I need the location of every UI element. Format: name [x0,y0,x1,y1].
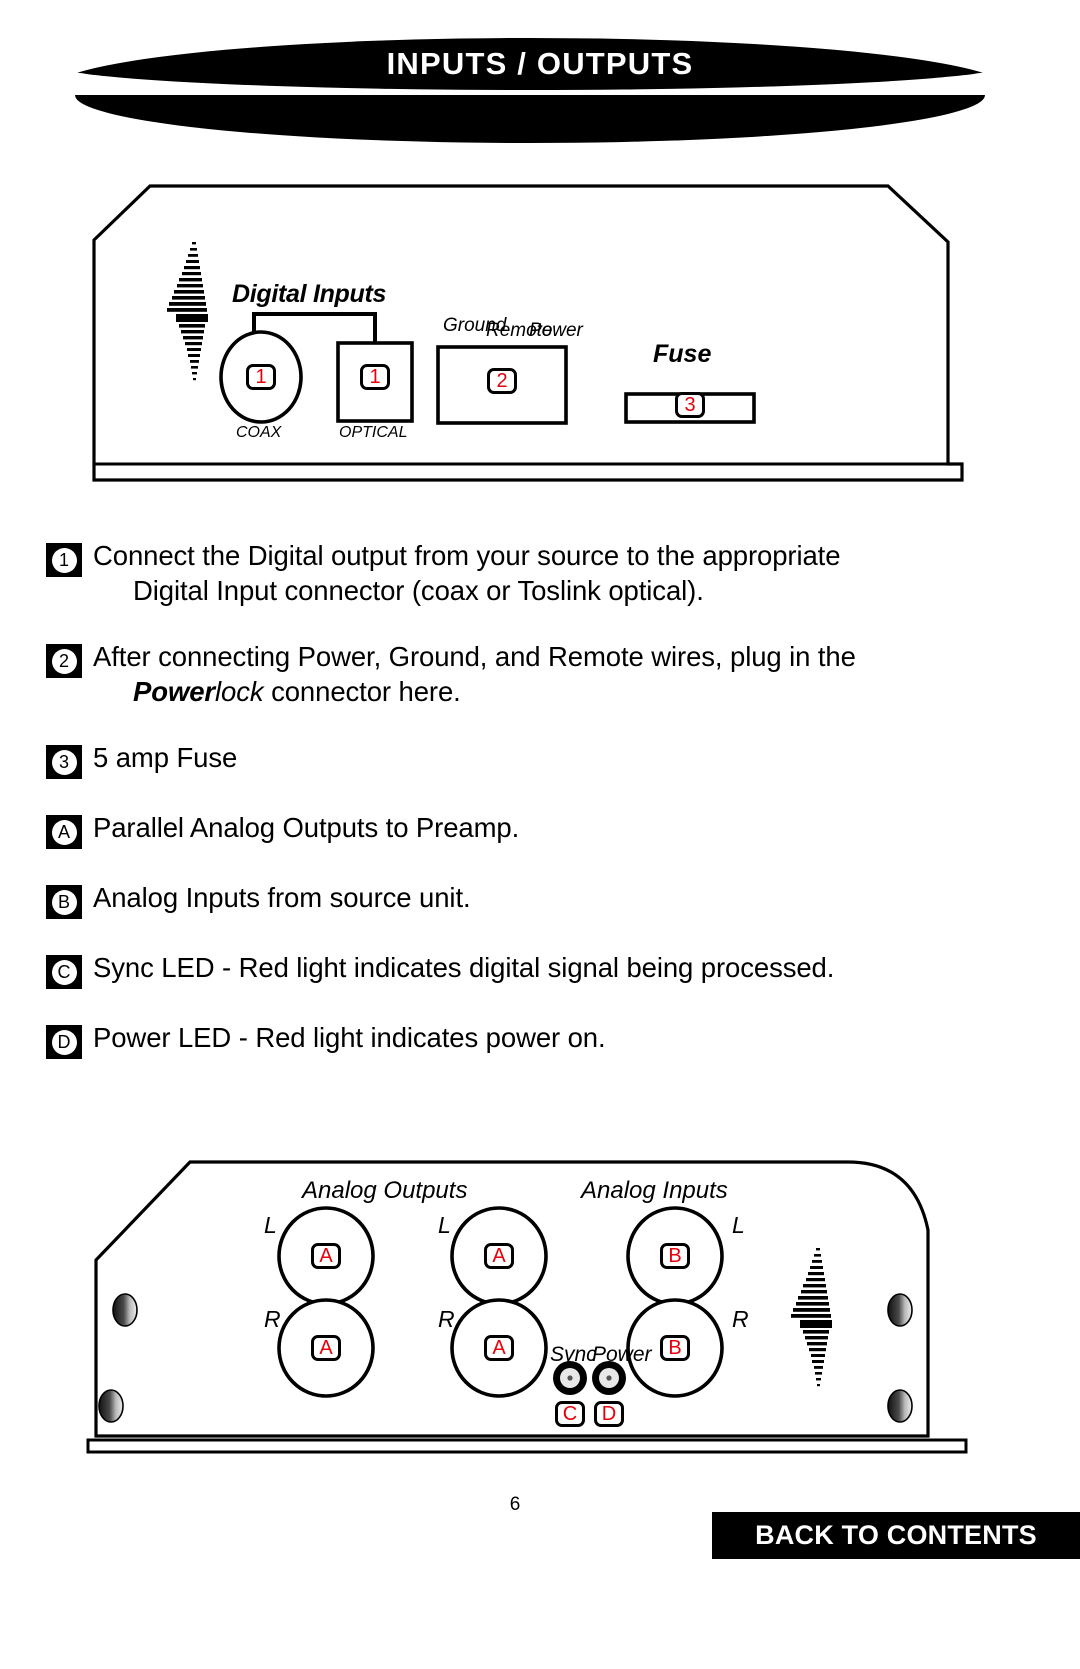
powerlock-italic: lock [215,676,264,707]
note-text-1-line2: Digital Input connector (coax or Toslink… [133,575,704,606]
note-item-c: C Sync LED - Red light indicates digital… [46,950,1046,989]
analog-inputs-label: Analog Inputs [581,1177,728,1204]
note-marker-b-text: B [51,889,77,915]
callout-optical-1: 1 [360,364,390,390]
note-marker-1: 1 [46,543,82,577]
callout-in-r-b: B [660,1335,690,1361]
note-text-b: Analog Inputs from source unit. [93,882,471,913]
power-label: Power [529,320,583,341]
callout-out1-l-a: A [311,1243,341,1269]
note-marker-1-text: 1 [51,547,77,573]
note-marker-d: D [46,1025,82,1059]
note-item-2: 2 After connecting Power, Ground, and Re… [46,639,1046,709]
callout-out2-l-a: A [484,1243,514,1269]
note-text-a: Parallel Analog Outputs to Preamp. [93,812,520,843]
callout-fuse-3: 3 [675,392,705,418]
banner-lens-bottom [75,95,985,143]
note-text-2: After connecting Power, Ground, and Remo… [93,639,856,709]
note-text-1: Connect the Digital output from your sou… [93,538,841,608]
note-text-2-line1: After connecting Power, Ground, and Remo… [93,641,856,672]
bottom-panel-diagram: Analog Outputs Analog Inputs L R L R L R… [78,1138,978,1468]
channel-label-out2-r: R [438,1306,455,1332]
channel-label-out2-l: L [438,1212,451,1238]
note-marker-c-text: C [51,959,77,985]
analog-outputs-label: Analog Outputs [302,1177,468,1204]
callout-in-l-b: B [660,1243,690,1269]
note-marker-3: 3 [46,745,82,779]
callout-coax-1: 1 [246,364,276,390]
callout-sync-led-c: C [555,1401,585,1427]
note-text-1-line1: Connect the Digital output from your sou… [93,540,841,571]
note-item-a: A Parallel Analog Outputs to Preamp. [46,810,1046,849]
note-item-b: B Analog Inputs from source unit. [46,880,1046,919]
note-marker-a: A [46,815,82,849]
fuse-label: Fuse [653,340,712,368]
note-marker-c: C [46,955,82,989]
channel-label-in-r: R [732,1306,749,1332]
digital-inputs-label: Digital Inputs [232,280,387,308]
coax-label: COAX [236,424,282,441]
callout-out1-r-a: A [311,1335,341,1361]
note-text-3: 5 amp Fuse [93,742,238,773]
callout-powerlock-2: 2 [487,368,517,394]
sync-led-label: Sync [550,1343,597,1366]
note-item-3: 3 5 amp Fuse [46,740,1046,779]
channel-label-in-l: L [732,1212,745,1238]
note-marker-d-text: D [51,1029,77,1055]
channel-label-out1-l: L [264,1212,277,1238]
note-item-d: D Power LED - Red light indicates power … [46,1020,1046,1059]
powerlock-rest: connector here. [263,676,461,707]
power-led-label: Power [592,1343,652,1366]
note-marker-2: 2 [46,644,82,678]
top-panel-diagram: Digital Inputs Fuse Ground Remote Power … [88,180,968,490]
bottom-panel-outline [86,1160,968,1454]
channel-label-out1-r: R [264,1306,281,1332]
back-to-contents-button[interactable]: BACK TO CONTENTS [712,1512,1080,1559]
note-marker-2-text: 2 [51,648,77,674]
note-marker-b: B [46,885,82,919]
powerlock-bold: Power [133,676,216,707]
page-title: INPUTS / OUTPUTS [386,46,694,81]
page-header-banner: INPUTS / OUTPUTS [0,38,1080,143]
callout-out2-r-a: A [484,1335,514,1361]
note-text-c: Sync LED - Red light indicates digital s… [93,952,835,983]
note-marker-3-text: 3 [51,749,77,775]
instruction-list: 1 Connect the Digital output from your s… [46,538,1046,1090]
note-text-d: Power LED - Red light indicates power on… [93,1022,606,1053]
note-item-1: 1 Connect the Digital output from your s… [46,538,1046,608]
note-text-2-line2: Powerlock connector here. [93,674,856,709]
note-marker-a-text: A [51,819,77,845]
callout-power-led-d: D [594,1401,624,1427]
optical-label: OPTICAL [339,424,408,441]
